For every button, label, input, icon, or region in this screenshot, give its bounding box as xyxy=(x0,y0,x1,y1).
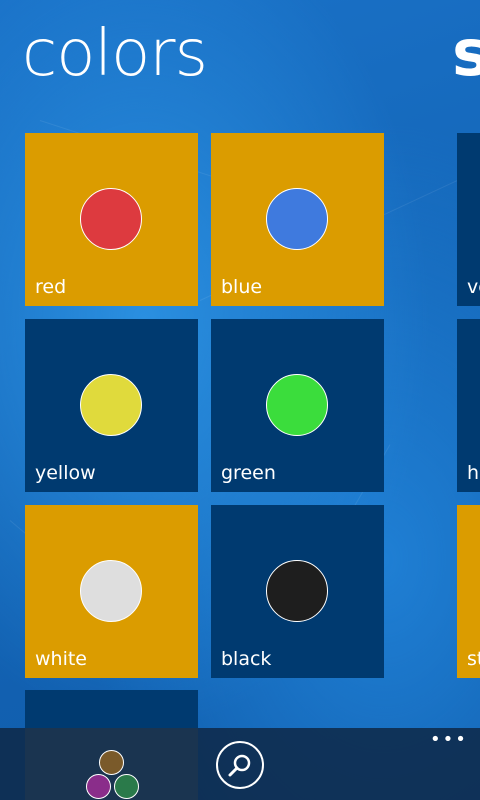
tile-mixed-colors-lower[interactable] xyxy=(25,728,198,800)
tile-green[interactable]: green xyxy=(211,319,384,492)
tile-yellow[interactable]: yellow xyxy=(25,319,198,492)
next-section-title[interactable]: s xyxy=(452,14,480,94)
tile-label: yellow xyxy=(35,462,96,484)
page-title: colors xyxy=(22,17,208,91)
search-button[interactable] xyxy=(216,741,264,789)
tile-label: red xyxy=(35,276,67,298)
peek-tile-label: st xyxy=(467,648,480,670)
peek-tile-label: ve xyxy=(467,276,480,298)
peek-tile[interactable]: st xyxy=(457,505,480,678)
tile-red[interactable]: red xyxy=(25,133,198,306)
red-color-dot xyxy=(80,188,142,250)
brown-color-dot xyxy=(99,750,124,775)
white-color-dot xyxy=(80,560,142,622)
green-color-dot xyxy=(266,374,328,436)
peek-tile[interactable]: he xyxy=(457,319,480,492)
tile-label: green xyxy=(221,462,276,484)
peek-tile[interactable]: ve xyxy=(457,133,480,306)
tile-label: black xyxy=(221,648,272,670)
tile-black[interactable]: black xyxy=(211,505,384,678)
tile-white[interactable]: white xyxy=(25,505,198,678)
tile-label: blue xyxy=(221,276,263,298)
tile-label: white xyxy=(35,648,87,670)
purple-color-dot xyxy=(86,774,111,799)
tile-blue[interactable]: blue xyxy=(211,133,384,306)
more-options-button[interactable]: ••• xyxy=(430,730,466,750)
blue-color-dot xyxy=(266,188,328,250)
darkgreen-color-dot xyxy=(114,774,139,799)
yellow-color-dot xyxy=(80,374,142,436)
black-color-dot xyxy=(266,560,328,622)
peek-tile-label: he xyxy=(467,462,480,484)
search-icon xyxy=(228,754,251,777)
